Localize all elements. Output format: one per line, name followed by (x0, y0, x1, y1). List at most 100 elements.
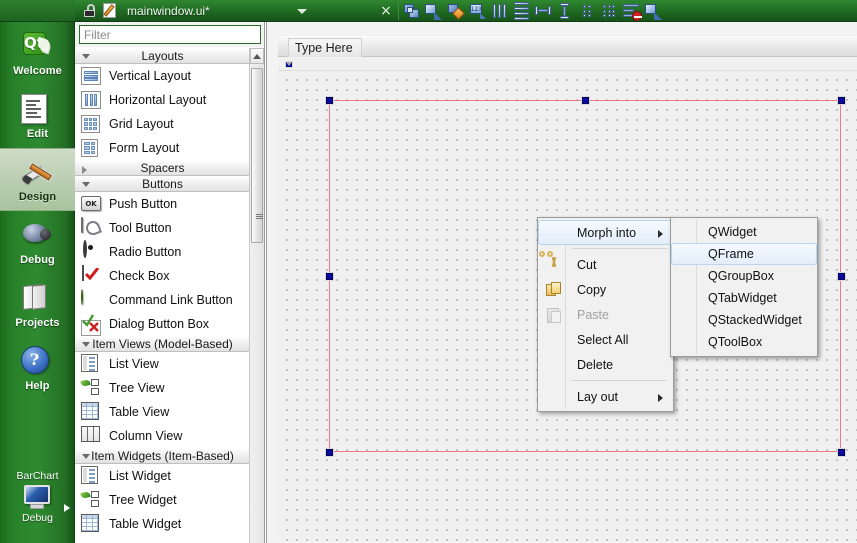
push-button-icon: OK (81, 194, 101, 214)
widget-item-label: Radio Button (109, 245, 182, 259)
widget-item-tree-view[interactable]: Tree View (75, 376, 250, 400)
category-label: Spacers (140, 161, 185, 175)
submenu-item-qtoolbox[interactable]: QToolBox (671, 331, 817, 353)
run-configuration-selector[interactable]: BarChart Debug (0, 468, 75, 543)
menu-item-label: Copy (577, 282, 607, 297)
edit-tab-order-icon[interactable]: 123 (466, 1, 488, 22)
scroll-up-button[interactable] (250, 48, 264, 64)
open-document-name[interactable]: mainwindow.ui* (127, 4, 210, 18)
scrollbar-grip-icon (256, 214, 263, 220)
layout-h-splitter-icon[interactable] (532, 1, 554, 22)
qt-designer-window: Qt Welcome Edit Design Debug Projects ? … (0, 0, 857, 543)
widget-item-label: List Widget (109, 469, 171, 483)
break-layout-icon[interactable] (620, 1, 642, 22)
layout-v-splitter-icon[interactable] (554, 1, 576, 22)
table-widget-icon (81, 514, 101, 534)
widget-item-tree-widget[interactable]: Tree Widget (75, 488, 250, 512)
resize-handle-middle-right[interactable] (838, 273, 845, 280)
mode-button-welcome[interactable]: Qt Welcome (0, 22, 75, 85)
resize-handle-top-left[interactable] (326, 97, 333, 104)
mode-button-edit[interactable]: Edit (0, 85, 75, 148)
resize-handle-top-center[interactable] (582, 97, 589, 104)
widget-item-label: Table Widget (109, 517, 182, 531)
menu-item-paste: Paste (538, 302, 673, 327)
menu-item-select-all[interactable]: Select All (538, 327, 673, 352)
menu-item-morph-into[interactable]: Morph into (538, 220, 673, 245)
widget-item-form-layout[interactable]: Form Layout (75, 136, 250, 160)
layout-form-icon[interactable] (576, 1, 598, 22)
widget-box-scrollbar[interactable] (249, 48, 264, 543)
resize-handle-bottom-left[interactable] (326, 449, 333, 456)
tree-widget-icon (80, 490, 101, 510)
widget-item-vertical-layout[interactable]: Vertical Layout (75, 64, 250, 88)
submenu-item-qframe[interactable]: QFrame (671, 243, 817, 265)
menu-item-lay-out[interactable]: Lay out (538, 384, 673, 409)
widget-item-radio-button[interactable]: Radio Button (75, 240, 250, 264)
menu-item-cut[interactable]: Cut (538, 251, 673, 277)
widget-category-spacers[interactable]: Spacers (75, 160, 250, 176)
submenu-item-qwidget[interactable]: QWidget (671, 221, 817, 243)
scrollbar-thumb[interactable] (251, 68, 263, 243)
widget-item-table-view[interactable]: Table View (75, 400, 250, 424)
layout-grid-icon[interactable] (598, 1, 620, 22)
mode-button-projects[interactable]: Projects (0, 274, 75, 337)
check-box-icon (81, 265, 101, 286)
morph-into-submenu[interactable]: QWidget QFrame QGroupBox QTabWidget QSta… (670, 217, 818, 357)
check-cross-glyph (82, 314, 99, 332)
expand-triangle-icon (82, 54, 90, 59)
close-document-button[interactable]: × (375, 1, 397, 22)
widget-item-list-widget[interactable]: List Widget (75, 464, 250, 488)
resize-handle-top-right[interactable] (838, 97, 845, 104)
widget-category-buttons[interactable]: Buttons (75, 176, 250, 192)
category-label: Item Widgets (Item-Based) (91, 449, 234, 463)
widget-category-layouts[interactable]: Layouts (75, 48, 250, 64)
widget-context-menu[interactable]: Morph into Cut Copy Paste Select All Del… (537, 217, 674, 412)
resize-handle-bottom-right[interactable] (838, 449, 845, 456)
widget-item-grid-layout[interactable]: Grid Layout (75, 112, 250, 136)
menubar-type-here-placeholder[interactable]: Type Here (288, 38, 362, 58)
widget-category-item-views[interactable]: Item Views (Model-Based) (75, 336, 250, 352)
widget-item-table-widget[interactable]: Table Widget (75, 512, 250, 536)
adjust-size-icon[interactable] (642, 1, 664, 22)
form-menu-bar[interactable]: Type Here (278, 36, 857, 58)
layout-horizontally-icon[interactable] (488, 1, 510, 22)
menu-item-copy[interactable]: Copy (538, 277, 673, 302)
menu-item-label: Lay out (577, 389, 619, 404)
widget-item-dialog-button-box[interactable]: Dialog Button Box (75, 312, 250, 336)
layout-vertically-icon[interactable] (510, 1, 532, 22)
widget-filter-input[interactable] (79, 25, 261, 44)
submenu-item-qstackedwidget[interactable]: QStackedWidget (671, 309, 817, 331)
submenu-item-label: QFrame (708, 247, 754, 261)
widget-category-list[interactable]: Layouts Vertical Layout Horizontal Layou… (75, 48, 250, 543)
widget-item-list-view[interactable]: List View (75, 352, 250, 376)
widget-item-tool-button[interactable]: Tool Button (75, 216, 250, 240)
widget-item-horizontal-layout[interactable]: Horizontal Layout (75, 88, 250, 112)
resize-handle-middle-left[interactable] (326, 273, 333, 280)
widget-item-push-button[interactable]: OK Push Button (75, 192, 250, 216)
edit-signals-slots-icon[interactable] (422, 1, 444, 22)
tree-view-icon (80, 378, 101, 398)
menu-item-label: Paste (577, 307, 609, 322)
widget-item-command-link-button[interactable]: Command Link Button (75, 288, 250, 312)
widget-item-check-box[interactable]: Check Box (75, 264, 250, 288)
widget-item-column-view[interactable]: Column View (75, 424, 250, 448)
run-target-config: Debug (22, 512, 53, 524)
mode-button-help[interactable]: ? Help (0, 337, 75, 400)
edit-buddies-icon[interactable] (444, 1, 466, 22)
tool-button-icon (81, 217, 101, 238)
mode-button-design[interactable]: Design (0, 148, 75, 211)
mode-button-debug[interactable]: Debug (0, 211, 75, 274)
submenu-item-qtabwidget[interactable]: QTabWidget (671, 287, 817, 309)
widget-category-item-widgets[interactable]: Item Widgets (Item-Based) (75, 448, 250, 464)
lock-icon[interactable] (83, 4, 97, 17)
widget-item-label: Grid Layout (109, 117, 174, 131)
menu-item-delete[interactable]: Delete (538, 352, 673, 377)
edit-widgets-icon[interactable] (400, 1, 422, 22)
document-dropdown-button[interactable] (291, 0, 313, 22)
toolbar-handle-icon (286, 62, 292, 67)
submenu-item-qgroupbox[interactable]: QGroupBox (671, 265, 817, 287)
command-link-icon (81, 289, 101, 310)
checkmark-glyph (85, 268, 99, 280)
folders-icon (21, 283, 55, 315)
form-toolbar-strip[interactable] (278, 57, 857, 71)
